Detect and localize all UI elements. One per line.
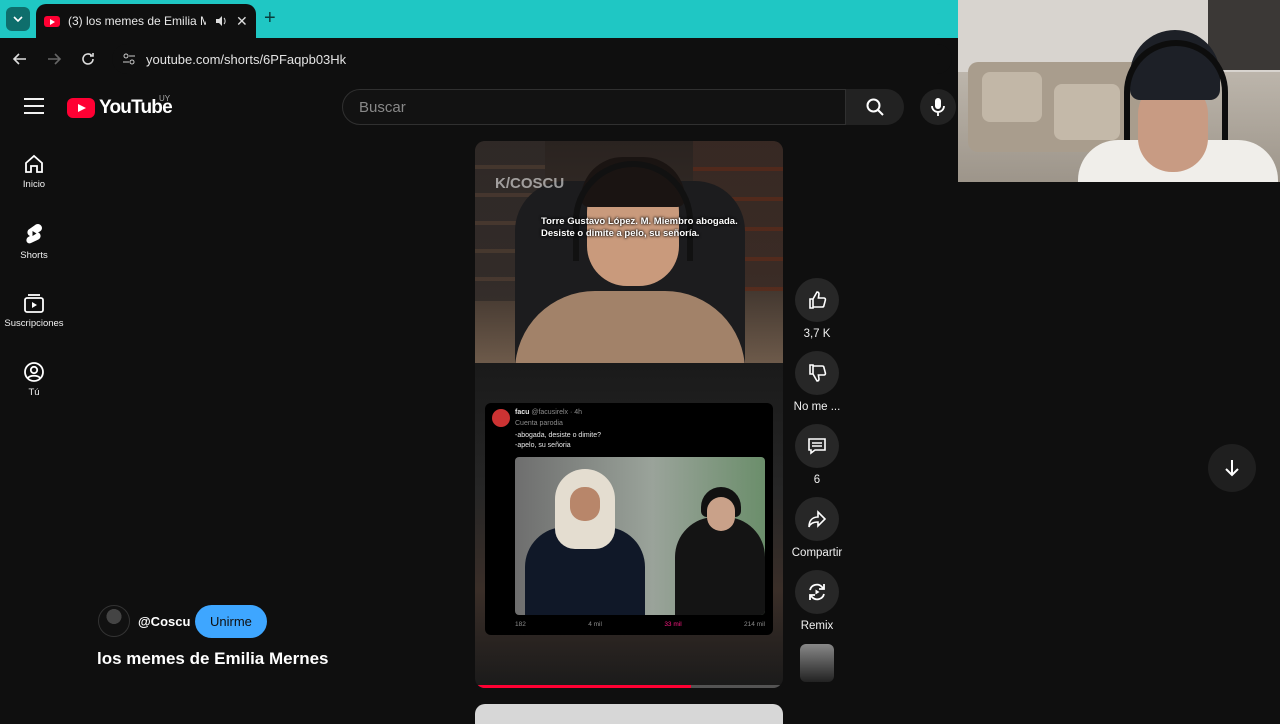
thumbs-up-icon bbox=[809, 291, 827, 309]
sidebar-item-label: Tú bbox=[28, 387, 40, 398]
sidebar-item-tu[interactable]: Tú bbox=[4, 361, 64, 398]
remix-action: Remix bbox=[790, 570, 844, 632]
browser-toolbar: youtube.com/shorts/6PFaqpb03Hk bbox=[0, 38, 958, 80]
sidebar-item-label: Shorts bbox=[20, 250, 48, 261]
tweet-avatar bbox=[492, 409, 510, 427]
back-icon[interactable] bbox=[10, 49, 30, 69]
url-text: youtube.com/shorts/6PFaqpb03Hk bbox=[146, 51, 347, 67]
sidebar-item-suscripciones[interactable]: Suscripciones bbox=[4, 292, 64, 329]
address-bar[interactable]: youtube.com/shorts/6PFaqpb03Hk bbox=[112, 44, 952, 74]
share-button[interactable] bbox=[795, 497, 839, 541]
share-label: Compartir bbox=[791, 547, 843, 559]
tweet-replies: 182 bbox=[515, 621, 526, 628]
tab-title: (3) los memes de Emilia Me bbox=[68, 14, 206, 28]
remix-label: Remix bbox=[800, 620, 834, 632]
tweet-text-line: -apelo, su señoria bbox=[515, 442, 571, 449]
webcam-cushion bbox=[982, 72, 1042, 122]
sidebar-item-label: Inicio bbox=[22, 179, 46, 190]
search-input[interactable]: Buscar bbox=[342, 89, 846, 125]
tweet-actions: 182 4 mil 33 mil 214 mil bbox=[515, 621, 765, 628]
comment-icon bbox=[808, 438, 826, 455]
browser-tabbar: (3) los memes de Emilia Me ✕ + bbox=[0, 0, 958, 38]
you-icon bbox=[24, 362, 44, 382]
sidebar-item-label: Suscripciones bbox=[4, 318, 64, 329]
remix-icon bbox=[809, 583, 825, 601]
menu-icon[interactable] bbox=[24, 98, 44, 114]
tweet-handle: @facusirelx · 4h bbox=[531, 409, 583, 416]
tweet-parody-label: Cuenta parodia bbox=[515, 420, 563, 427]
streamer-camera-frame: K/COSCU Torre Gustavo López. M. Miembro … bbox=[475, 141, 783, 363]
forward-icon[interactable] bbox=[44, 49, 64, 69]
comments-count: 6 bbox=[813, 474, 821, 486]
streamer-webcam-overlay bbox=[958, 0, 1280, 182]
shorts-icon bbox=[26, 224, 42, 244]
search-placeholder: Buscar bbox=[359, 98, 406, 116]
microphone-icon bbox=[931, 98, 945, 116]
tweet-retweets: 4 mil bbox=[588, 621, 602, 628]
arrow-down-icon bbox=[1225, 460, 1239, 477]
like-action: 3,7 K bbox=[790, 278, 844, 340]
tweet-card: facu @facusirelx · 4h Cuenta parodia -ab… bbox=[485, 403, 773, 635]
youtube-logo[interactable]: YouTube bbox=[67, 97, 173, 119]
sidebar-item-shorts[interactable]: Shorts bbox=[4, 222, 64, 261]
remix-button[interactable] bbox=[795, 570, 839, 614]
lawyer-figure bbox=[675, 517, 765, 615]
tweet-text-line: -abogada, desiste o dimite? bbox=[515, 432, 601, 439]
speaker-icon[interactable] bbox=[214, 14, 228, 28]
sidebar-item-inicio[interactable]: Inicio bbox=[4, 153, 64, 190]
dislike-action: No me ... bbox=[790, 351, 844, 413]
short-title: los memes de Emilia Mernes bbox=[97, 649, 329, 668]
comments-action: 6 bbox=[790, 424, 844, 486]
next-short-button[interactable] bbox=[1208, 444, 1256, 492]
youtube-favicon-icon bbox=[44, 15, 60, 27]
webcam-doorway bbox=[1208, 0, 1280, 70]
tweet-image bbox=[515, 457, 765, 615]
tweet-likes: 33 mil bbox=[664, 621, 682, 628]
channel-avatar[interactable] bbox=[98, 605, 130, 637]
voice-search-button[interactable] bbox=[920, 89, 956, 125]
join-button[interactable]: Unirme bbox=[195, 605, 267, 638]
share-icon bbox=[808, 510, 827, 528]
tweet-author: facu bbox=[515, 409, 530, 416]
next-short-preview bbox=[475, 704, 783, 724]
youtube-header: YouTube UY Buscar bbox=[0, 80, 958, 136]
dislike-label: No me ... bbox=[793, 401, 841, 413]
thumbs-down-icon bbox=[809, 364, 827, 382]
shorts-video-player[interactable]: K/COSCU Torre Gustavo López. M. Miembro … bbox=[475, 141, 783, 688]
like-button[interactable] bbox=[795, 278, 839, 322]
dislike-button[interactable] bbox=[795, 351, 839, 395]
site-settings-icon[interactable] bbox=[122, 52, 136, 66]
video-caption: Torre Gustavo López. M. Miembro abogada.… bbox=[541, 216, 738, 239]
channel-handle[interactable]: @Coscu bbox=[138, 614, 190, 629]
home-icon bbox=[25, 154, 43, 173]
tab-search-button[interactable] bbox=[6, 7, 30, 31]
search-button[interactable] bbox=[846, 89, 904, 125]
video-progress-fill bbox=[475, 685, 691, 688]
channel-avatar-thumbnail[interactable] bbox=[800, 644, 834, 682]
video-progress-bar[interactable] bbox=[475, 685, 783, 688]
webcam-headphones bbox=[1124, 40, 1228, 140]
search-icon bbox=[866, 98, 884, 116]
tweet-header: facu @facusirelx · 4h bbox=[515, 409, 582, 416]
chevron-down-icon bbox=[13, 16, 23, 22]
new-tab-icon[interactable]: + bbox=[264, 8, 276, 28]
country-code: UY bbox=[159, 94, 171, 103]
share-action: Compartir bbox=[790, 497, 844, 559]
subscriptions-icon bbox=[24, 294, 44, 313]
channel-watermark: K/COSCU bbox=[495, 175, 565, 192]
webcam-cushion bbox=[1054, 84, 1120, 140]
judge-face bbox=[570, 487, 600, 521]
lawyer-face bbox=[707, 497, 735, 531]
close-icon[interactable]: ✕ bbox=[236, 13, 248, 30]
tweet-views: 214 mil bbox=[744, 621, 765, 628]
reload-icon[interactable] bbox=[78, 49, 98, 69]
like-count: 3,7 K bbox=[803, 328, 831, 340]
youtube-play-icon bbox=[67, 98, 95, 118]
comments-button[interactable] bbox=[795, 424, 839, 468]
browser-tab-active[interactable]: (3) los memes de Emilia Me ✕ bbox=[36, 4, 256, 38]
